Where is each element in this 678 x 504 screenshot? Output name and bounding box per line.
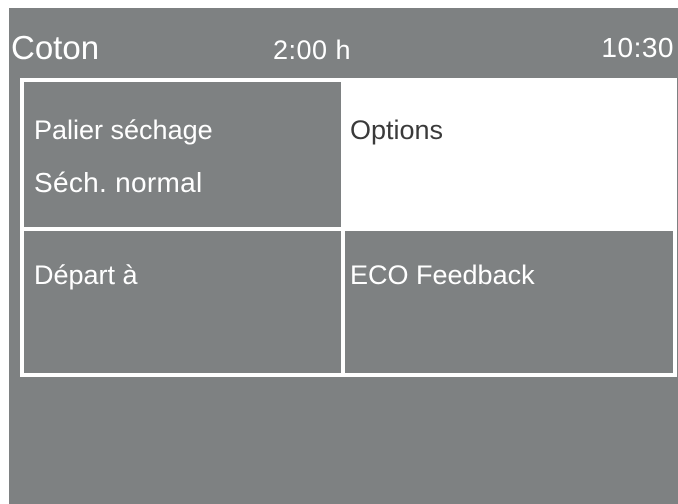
options-label: Options xyxy=(350,115,444,145)
program-name: Coton xyxy=(11,29,100,66)
drying-level-value: Séch. normal xyxy=(34,167,203,198)
drying-level-label: Palier séchage xyxy=(34,115,213,145)
program-duration: 2:00 h xyxy=(273,35,352,65)
status-bar: Coton 2:00 h 10:30 xyxy=(9,8,678,80)
appliance-display: Coton 2:00 h 10:30 Palier séchage Séch. … xyxy=(9,8,678,504)
menu-grid: Palier séchage Séch. normal Options Dépa… xyxy=(20,78,677,377)
delay-start-label: Départ à xyxy=(34,260,138,290)
eco-feedback-tile[interactable]: ECO Feedback xyxy=(345,231,673,373)
options-tile[interactable]: Options xyxy=(342,82,673,227)
delay-start-tile[interactable]: Départ à xyxy=(24,231,341,373)
eco-feedback-label: ECO Feedback xyxy=(350,260,535,290)
clock: 10:30 xyxy=(601,32,674,63)
drying-level-tile[interactable]: Palier séchage Séch. normal xyxy=(24,82,341,227)
